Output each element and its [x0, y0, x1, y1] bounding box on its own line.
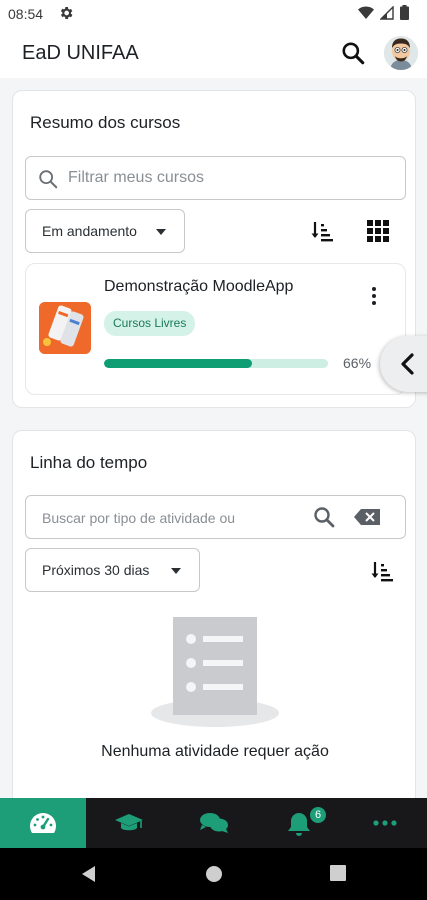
course-status-dropdown[interactable]: Em andamento [25, 209, 185, 253]
empty-timeline-message: Nenhuma atividade requer ação [101, 743, 329, 760]
block-drawer-toggle[interactable] [380, 336, 427, 392]
empty-list-illustration [151, 617, 279, 729]
course-options-icon[interactable] [364, 284, 384, 312]
course-name: Demonstração MoodleApp [104, 278, 294, 295]
battery-icon [400, 5, 409, 25]
status-bar: 08:54 [0, 0, 427, 28]
course-image [39, 302, 91, 354]
back-icon[interactable] [80, 865, 98, 888]
settings-icon [58, 5, 74, 26]
nav-dashboard[interactable] [0, 798, 86, 848]
course-overview-title: Resumo dos cursos [30, 113, 181, 132]
course-status-label: Em andamento [42, 223, 137, 239]
status-time: 08:54 [8, 6, 44, 22]
wifi-icon [358, 6, 374, 25]
caret-down-icon [171, 568, 181, 574]
activity-search-input[interactable]: Buscar por tipo de atividade ou [25, 495, 406, 539]
course-filter-placeholder: Filtrar meus cursos [68, 169, 205, 186]
activity-search-placeholder: Buscar por tipo de atividade ou [42, 510, 236, 526]
app-title: EaD UNIFAA [22, 42, 139, 64]
recents-icon[interactable] [330, 865, 346, 886]
courses-icon [114, 814, 143, 831]
sort-icon[interactable] [366, 555, 398, 587]
clear-icon[interactable] [354, 509, 380, 530]
dashboard-page[interactable]: Resumo dos cursos Filtrar meus cursos Em… [0, 78, 427, 798]
date-range-label: Próximos 30 dias [42, 562, 150, 578]
course-overview-block: Resumo dos cursos Filtrar meus cursos Em… [12, 90, 416, 408]
status-icons [358, 4, 409, 25]
nav-notifications[interactable]: 6 [256, 798, 342, 848]
course-progress-fill [104, 359, 252, 368]
course-category-badge: Cursos Livres [104, 311, 196, 336]
course-progress-text: 66% [343, 355, 372, 371]
nav-more[interactable] [342, 798, 427, 848]
search-icon[interactable] [312, 505, 336, 534]
grid-view-icon[interactable] [362, 215, 394, 247]
course-card[interactable]: Demonstração MoodleApp Cursos Livres 66% [25, 263, 406, 395]
search-icon[interactable] [340, 40, 366, 66]
messages-icon [199, 813, 228, 833]
bottom-nav: 6 [0, 798, 427, 848]
app-header: EaD UNIFAA [0, 28, 427, 78]
avatar[interactable] [384, 36, 418, 70]
more-icon [372, 820, 397, 826]
nav-messages[interactable] [171, 798, 256, 848]
date-range-dropdown[interactable]: Próximos 30 dias [25, 548, 200, 592]
nav-courses[interactable] [86, 798, 171, 848]
timeline-block: Linha do tempo Buscar por tipo de ativid… [12, 430, 416, 798]
home-icon[interactable] [205, 865, 223, 888]
caret-down-icon [156, 229, 166, 235]
signal-icon [379, 4, 394, 25]
sort-icon[interactable] [306, 215, 338, 247]
notifications-badge: 6 [308, 805, 328, 825]
chevron-left-icon [401, 353, 414, 375]
course-filter-input[interactable]: Filtrar meus cursos [25, 156, 406, 200]
dashboard-icon [30, 813, 56, 833]
system-nav-bar [0, 848, 427, 900]
search-icon [37, 168, 59, 195]
timeline-title: Linha do tempo [30, 453, 148, 472]
course-progress-bar [104, 359, 328, 368]
